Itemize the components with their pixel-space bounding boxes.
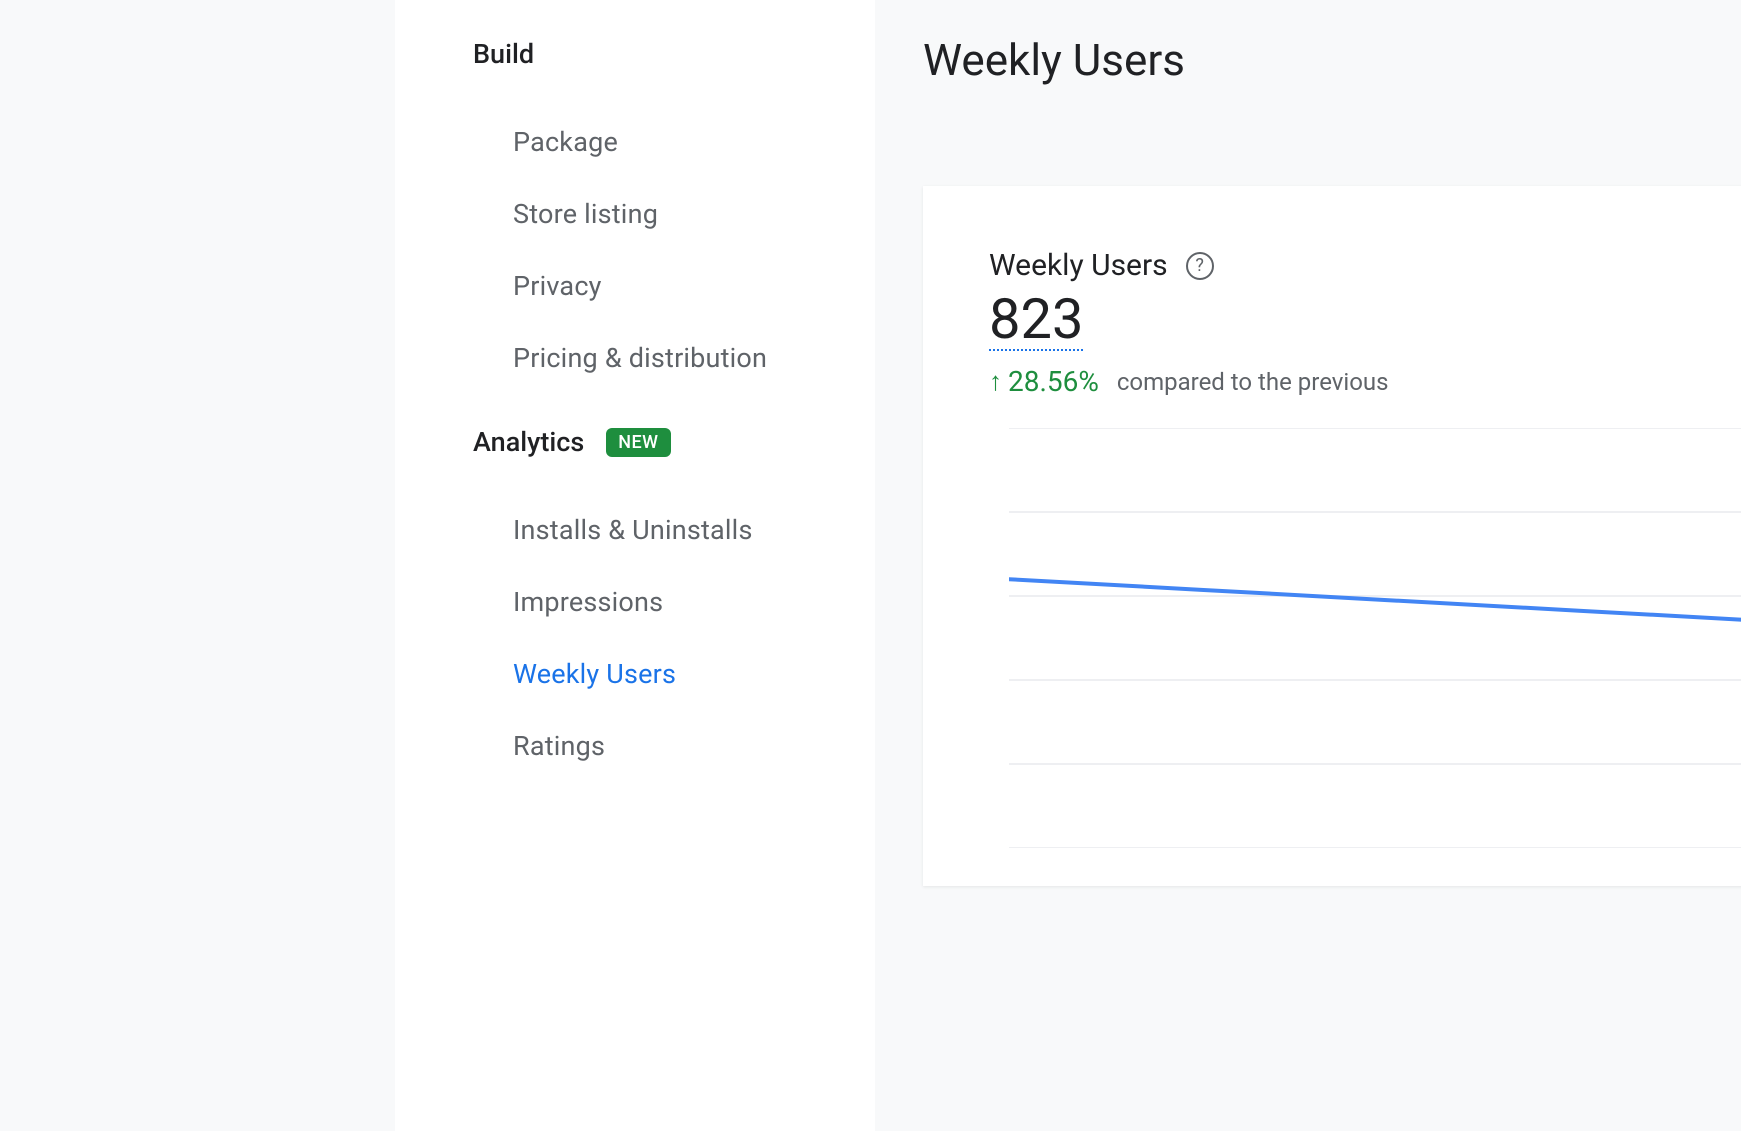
sidebar-item-pricing-distribution[interactable]: Pricing & distribution [473, 322, 875, 394]
sidebar-item-label: Pricing & distribution [513, 342, 767, 374]
delta-value: ↑ 28.56% [989, 365, 1099, 398]
sidebar-item-weekly-users[interactable]: Weekly Users [473, 638, 875, 710]
card-value: 823 [989, 291, 1083, 351]
sidebar-item-installs-uninstalls[interactable]: Installs & Uninstalls [473, 494, 875, 566]
left-gutter [0, 0, 395, 1131]
sidebar-item-label: Package [513, 126, 618, 158]
sidebar-item-privacy[interactable]: Privacy [473, 250, 875, 322]
delta-row: ↑ 28.56% compared to the previous [989, 365, 1741, 398]
delta-pct: 28.56% [1008, 365, 1099, 398]
sidebar-item-label: Store listing [513, 198, 658, 230]
sidebar-item-package[interactable]: Package [473, 106, 875, 178]
sidebar-item-ratings[interactable]: Ratings [473, 710, 875, 782]
page-title: Weekly Users [923, 34, 1741, 86]
line-chart [1009, 428, 1741, 848]
nav-section-header-analytics: Analytics NEW [473, 426, 875, 458]
main-content: Weekly Users Weekly Users ? 823 ↑ 28.56%… [875, 0, 1741, 1131]
nav-section-header-build: Build [473, 38, 875, 70]
weekly-users-card: Weekly Users ? 823 ↑ 28.56% compared to … [923, 186, 1741, 886]
sidebar: Build Package Store listing Privacy Pric… [395, 0, 875, 1131]
nav-section-label: Build [473, 38, 534, 70]
delta-label: compared to the previous [1117, 368, 1389, 396]
card-title: Weekly Users [989, 248, 1168, 283]
nav-section-analytics: Analytics NEW Installs & Uninstalls Impr… [473, 426, 875, 782]
sidebar-item-store-listing[interactable]: Store listing [473, 178, 875, 250]
help-icon[interactable]: ? [1186, 252, 1214, 280]
sidebar-item-label: Impressions [513, 586, 663, 618]
sidebar-item-label: Weekly Users [513, 658, 676, 690]
card-header: Weekly Users ? [989, 248, 1741, 283]
sidebar-item-label: Privacy [513, 270, 602, 302]
nav-section-build: Build Package Store listing Privacy Pric… [473, 38, 875, 394]
sidebar-item-impressions[interactable]: Impressions [473, 566, 875, 638]
chart-area [1009, 428, 1741, 848]
sidebar-item-label: Installs & Uninstalls [513, 514, 753, 546]
new-badge: NEW [606, 428, 670, 457]
nav-section-label: Analytics [473, 426, 584, 458]
arrow-up-icon: ↑ [989, 369, 1002, 395]
sidebar-item-label: Ratings [513, 730, 605, 762]
